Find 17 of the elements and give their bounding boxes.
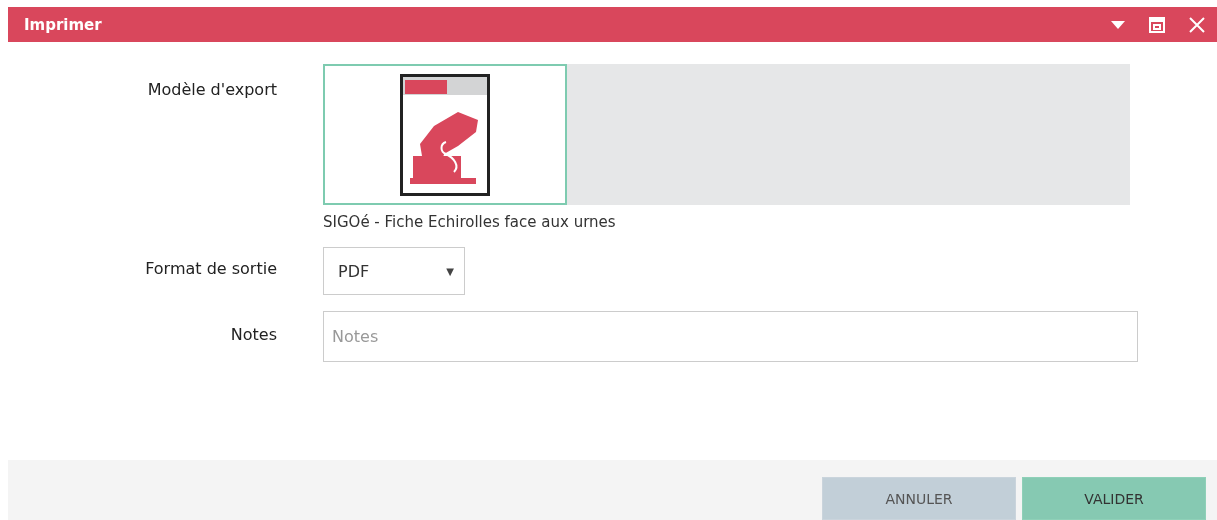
ballot-box-icon <box>400 73 490 196</box>
caret-icon <box>1111 20 1125 29</box>
notes-field[interactable]: Notes <box>323 311 1138 362</box>
field-label: Modèle d'export <box>147 79 277 99</box>
restore-button[interactable] <box>1149 16 1165 33</box>
cancel-button[interactable]: ANNULER <box>822 477 1016 520</box>
template-name: SIGOé - Fiche Echirolles face aux urnes <box>323 213 617 231</box>
format-select[interactable]: PDF ▼ <box>323 247 465 295</box>
validate-button[interactable]: VALIDER <box>1022 477 1206 520</box>
close-button[interactable] <box>1189 16 1205 33</box>
window-title: Imprimer <box>24 15 103 34</box>
close-icon <box>1189 16 1205 33</box>
dropdown-button[interactable] <box>1111 20 1125 29</box>
template-thumbnail[interactable] <box>323 64 567 205</box>
restore-icon <box>1149 16 1165 33</box>
field-label: Notes <box>230 324 277 344</box>
field-label: Format de sortie <box>145 258 277 278</box>
